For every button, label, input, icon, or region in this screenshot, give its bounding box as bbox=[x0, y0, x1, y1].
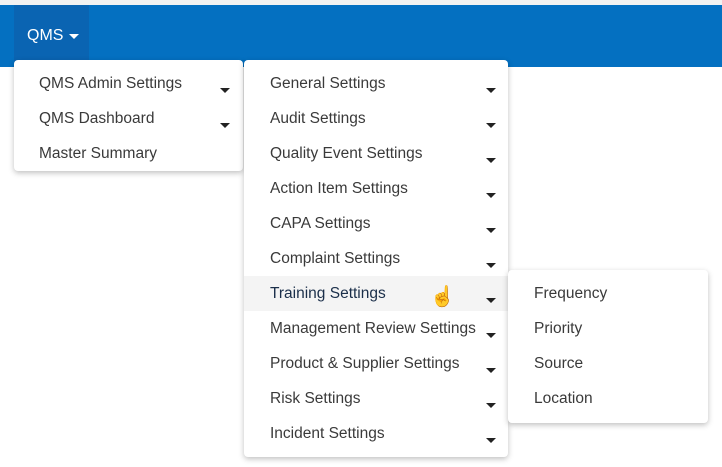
caret-down-icon bbox=[486, 193, 496, 198]
menu-item-label: Quality Event Settings bbox=[270, 144, 423, 162]
caret-down-icon bbox=[220, 88, 230, 93]
menu-item-label: Product & Supplier Settings bbox=[270, 354, 460, 372]
menu-item-label: General Settings bbox=[270, 74, 386, 92]
menu-item-label: Frequency bbox=[534, 284, 608, 302]
menu-item-label: Master Summary bbox=[39, 144, 157, 162]
menu-item-label: Incident Settings bbox=[270, 424, 385, 442]
caret-down-icon bbox=[486, 368, 496, 373]
qms-dropdown-menu: QMS Admin Settings QMS Dashboard Master … bbox=[14, 60, 243, 171]
caret-down-icon bbox=[486, 403, 496, 408]
qms-menu-button[interactable]: QMS bbox=[14, 5, 89, 67]
menu-item-action-item-settings[interactable]: Action Item Settings bbox=[244, 171, 508, 206]
training-settings-submenu: Frequency Priority Source Location bbox=[508, 270, 708, 423]
menu-item-product-supplier-settings[interactable]: Product & Supplier Settings bbox=[244, 346, 508, 381]
admin-settings-submenu: General Settings Audit Settings Quality … bbox=[244, 60, 508, 457]
hand-pointer-cursor-icon: ☝ bbox=[430, 286, 455, 308]
menu-item-training-settings[interactable]: Training Settings bbox=[244, 276, 508, 311]
menu-item-general-settings[interactable]: General Settings bbox=[244, 66, 508, 101]
menu-item-label: Training Settings bbox=[270, 284, 386, 302]
menu-item-master-summary[interactable]: Master Summary bbox=[14, 136, 243, 171]
menu-item-capa-settings[interactable]: CAPA Settings bbox=[244, 206, 508, 241]
menu-item-label: CAPA Settings bbox=[270, 214, 371, 232]
caret-down-icon bbox=[486, 123, 496, 128]
menu-item-quality-event-settings[interactable]: Quality Event Settings bbox=[244, 136, 508, 171]
menu-item-label: Action Item Settings bbox=[270, 179, 408, 197]
menu-item-label: Priority bbox=[534, 319, 583, 337]
menu-item-label: Location bbox=[534, 389, 593, 407]
menu-item-management-review-settings[interactable]: Management Review Settings bbox=[244, 311, 508, 346]
menu-item-label: Complaint Settings bbox=[270, 249, 401, 267]
caret-down-icon bbox=[486, 333, 496, 338]
caret-down-icon bbox=[486, 228, 496, 233]
caret-down-icon bbox=[486, 298, 496, 303]
menu-item-label: QMS Admin Settings bbox=[39, 74, 183, 92]
menu-item-label: Management Review Settings bbox=[270, 319, 476, 337]
menu-item-label: Audit Settings bbox=[270, 109, 366, 127]
menu-item-audit-settings[interactable]: Audit Settings bbox=[244, 101, 508, 136]
menu-item-incident-settings[interactable]: Incident Settings bbox=[244, 416, 508, 451]
menu-item-qms-admin-settings[interactable]: QMS Admin Settings bbox=[14, 66, 243, 101]
menu-item-risk-settings[interactable]: Risk Settings bbox=[244, 381, 508, 416]
menu-item-location[interactable]: Location bbox=[508, 381, 708, 416]
menu-item-label: Source bbox=[534, 354, 584, 372]
caret-down-icon bbox=[486, 158, 496, 163]
navbar: QMS bbox=[0, 5, 722, 67]
caret-down-icon bbox=[220, 123, 230, 128]
caret-down-icon bbox=[486, 438, 496, 443]
menu-item-label: Risk Settings bbox=[270, 389, 361, 407]
caret-down-icon bbox=[486, 263, 496, 268]
menu-item-frequency[interactable]: Frequency bbox=[508, 276, 708, 311]
menu-item-source[interactable]: Source bbox=[508, 346, 708, 381]
caret-down-icon bbox=[486, 88, 496, 93]
menu-item-priority[interactable]: Priority bbox=[508, 311, 708, 346]
menu-item-complaint-settings[interactable]: Complaint Settings bbox=[244, 241, 508, 276]
qms-menu-label: QMS bbox=[27, 27, 64, 44]
menu-item-qms-dashboard[interactable]: QMS Dashboard bbox=[14, 101, 243, 136]
menu-item-label: QMS Dashboard bbox=[39, 109, 155, 127]
caret-down-icon bbox=[69, 33, 80, 39]
